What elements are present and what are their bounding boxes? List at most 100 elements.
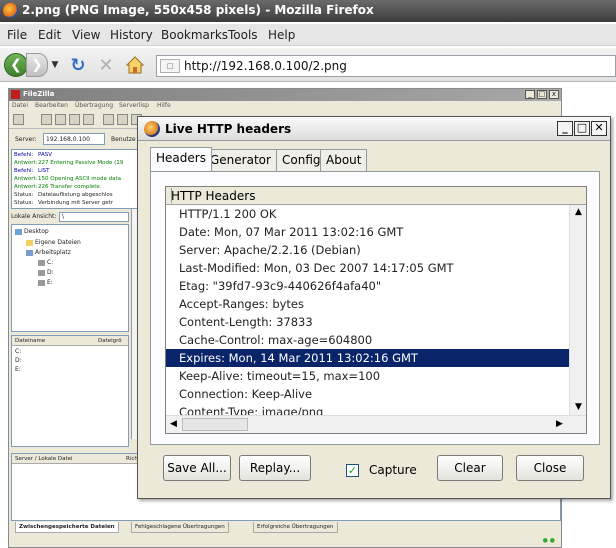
filezilla-queue-tabs: Zwischengespeicherte Dateien Fehlgeschla…: [11, 522, 561, 534]
fz-minimize-icon: _: [525, 90, 535, 99]
header-row[interactable]: Server: Apache/2.2.16 (Debian): [166, 241, 569, 259]
live-http-headers-icon: [144, 121, 160, 137]
headers-tab-panel: HTTP Headers HTTP/1.1 200 OK Date: Mon, …: [150, 171, 600, 445]
home-button[interactable]: [123, 53, 147, 77]
filezilla-title: FileZilla: [23, 90, 55, 98]
tab-about[interactable]: About: [320, 149, 368, 171]
header-row[interactable]: Connection: Keep-Alive: [166, 385, 569, 403]
firefox-menubar: File Edit View History Bookmarks Tools H…: [0, 24, 616, 46]
tree-node: Eigene Dateien: [26, 239, 81, 246]
menu-bookmarks[interactable]: Bookmarks: [161, 28, 228, 42]
filezilla-local-files: Dateiname Dateigrö C: D: E:: [11, 335, 129, 447]
log-row: Befehl: LIST: [14, 168, 50, 174]
stop-icon: ✕: [98, 54, 114, 76]
tree-node: Arbeitsplatz: [26, 249, 71, 256]
firefox-titlebar: 2.png (PNG Image, 550x458 pixels) - Mozi…: [0, 0, 616, 22]
computer-icon: [26, 249, 33, 256]
scroll-left-icon[interactable]: ◀: [166, 417, 181, 432]
header-row[interactable]: Cache-Control: max-age=604800: [166, 331, 569, 349]
scroll-down-icon[interactable]: ▼: [571, 400, 586, 415]
tab-generator[interactable]: Generator: [204, 149, 277, 171]
stop-button[interactable]: ✕: [94, 53, 118, 77]
dialog-title: Live HTTP headers: [165, 122, 292, 136]
checkmark-icon[interactable]: ✓: [346, 463, 359, 477]
fz-toolbar-queue-icon: [83, 114, 94, 125]
url-text[interactable]: http://192.168.0.100/2.png: [184, 59, 347, 73]
minimize-button[interactable]: _: [557, 121, 573, 136]
log-row: Antwort:227 Entering Passive Mode (19: [14, 160, 124, 166]
replay-button[interactable]: Replay...: [239, 455, 311, 481]
close-window-button[interactable]: ✕: [591, 121, 607, 136]
fz-user-label: Benutze: [111, 136, 136, 143]
log-row: Antwort:226 Transfer complete.: [14, 184, 102, 190]
menu-tools[interactable]: Tools: [228, 28, 258, 42]
log-row: Antwort:150 Opening ASCII mode data: [14, 176, 122, 182]
maximize-button[interactable]: □: [574, 121, 590, 136]
header-row[interactable]: Content-Length: 37833: [166, 313, 569, 331]
firefox-logo-icon: [3, 3, 18, 18]
horizontal-scroll-thumb[interactable]: [182, 418, 248, 431]
back-button[interactable]: ❮: [4, 53, 28, 77]
header-row-selected[interactable]: Expires: Mon, 14 Mar 2011 13:02:16 GMT: [166, 349, 569, 367]
dialog-titlebar[interactable]: Live HTTP headers _ □ ✕: [138, 117, 610, 141]
tree-node: C:: [38, 259, 53, 266]
header-row[interactable]: Content-Type: image/png: [166, 403, 569, 415]
reload-button[interactable]: ↻: [66, 53, 90, 77]
drive-icon: [38, 259, 45, 266]
vertical-scrollbar[interactable]: ▲ ▼: [569, 205, 586, 415]
fz-menu-serverlisp: Serverlisp: [119, 102, 149, 109]
capture-checkbox[interactable]: ✓ Capture: [346, 461, 417, 479]
firefox-navbar: ❮ ❯ ▼ ↻ ✕ □ http://192.168.0.100/2.png: [0, 48, 616, 82]
http-headers-list[interactable]: HTTP Headers HTTP/1.1 200 OK Date: Mon, …: [165, 186, 587, 434]
fz-file-row: C:: [15, 348, 22, 355]
header-row[interactable]: HTTP/1.1 200 OK: [166, 205, 569, 223]
fz-close-icon: x: [549, 90, 559, 99]
http-headers-column-header[interactable]: HTTP Headers: [166, 187, 586, 205]
fz-status-lights-icon: ● ●: [542, 537, 555, 544]
filezilla-menubar: Datei Bearbeiten Übertragung Serverlisp …: [9, 101, 561, 111]
fz-tab-successful: Erfolgreiche Übertragungen: [253, 522, 338, 533]
fz-tab-queued: Zwischengespeicherte Dateien: [15, 522, 119, 533]
filezilla-local-tree: Desktop Eigene Dateien Arbeitsplatz C: D…: [11, 224, 129, 332]
header-row[interactable]: Accept-Ranges: bytes: [166, 295, 569, 313]
fz-menu-datei: Datei: [12, 102, 29, 109]
fz-toolbar-tree-icon: [55, 114, 66, 125]
desktop-icon: [15, 228, 22, 235]
menu-help[interactable]: Help: [268, 28, 295, 42]
fz-menu-uebertragung: Übertragung: [75, 102, 114, 109]
menu-history[interactable]: History: [110, 28, 153, 42]
fz-toolbar-sitemanager-icon: [13, 114, 24, 125]
log-row: Befehl: PASV: [14, 152, 52, 158]
header-row[interactable]: Etag: "39fd7-93c9-440626f4afa40": [166, 277, 569, 295]
scroll-right-icon[interactable]: ▶: [552, 417, 567, 432]
site-identity-icon[interactable]: □: [160, 59, 180, 73]
scroll-up-icon[interactable]: ▲: [571, 205, 586, 220]
log-row: Status: Dateiauflistung abgeschlos: [14, 192, 113, 198]
live-http-headers-dialog: Live HTTP headers _ □ ✕ Headers Generato…: [137, 116, 611, 499]
save-all-button[interactable]: Save All...: [163, 455, 231, 481]
menu-view[interactable]: View: [72, 28, 100, 42]
capture-label: Capture: [369, 463, 417, 477]
column-picker-icon[interactable]: [171, 188, 173, 203]
fz-server-label: Server:: [15, 136, 37, 143]
menu-edit[interactable]: Edit: [38, 28, 61, 42]
fz-toolbar-refresh-icon: [103, 114, 114, 125]
forward-button[interactable]: ❯: [26, 53, 48, 77]
folder-icon: [26, 239, 33, 246]
horizontal-scrollbar[interactable]: ◀ ▶: [166, 415, 586, 433]
menu-file[interactable]: File: [7, 28, 27, 42]
drive-icon: [38, 269, 45, 276]
history-dropdown-button[interactable]: ▼: [49, 53, 61, 77]
fz-file-row: D:: [15, 357, 22, 364]
tab-headers[interactable]: Headers: [150, 147, 212, 171]
header-row[interactable]: Keep-Alive: timeout=15, max=100: [166, 367, 569, 385]
tab-config[interactable]: Config: [276, 149, 327, 171]
header-row[interactable]: Last-Modified: Mon, 03 Dec 2007 14:17:05…: [166, 259, 569, 277]
header-row[interactable]: Date: Mon, 07 Mar 2011 13:02:16 GMT: [166, 223, 569, 241]
fz-menu-hilfe: Hilfe: [157, 102, 171, 109]
url-bar[interactable]: □ http://192.168.0.100/2.png: [156, 55, 616, 77]
close-button[interactable]: Close: [516, 455, 584, 481]
filezilla-message-log: Befehl: PASV Antwort:227 Entering Passive…: [11, 149, 139, 209]
clear-button[interactable]: Clear: [437, 455, 503, 481]
filezilla-logo-icon: [11, 90, 20, 99]
